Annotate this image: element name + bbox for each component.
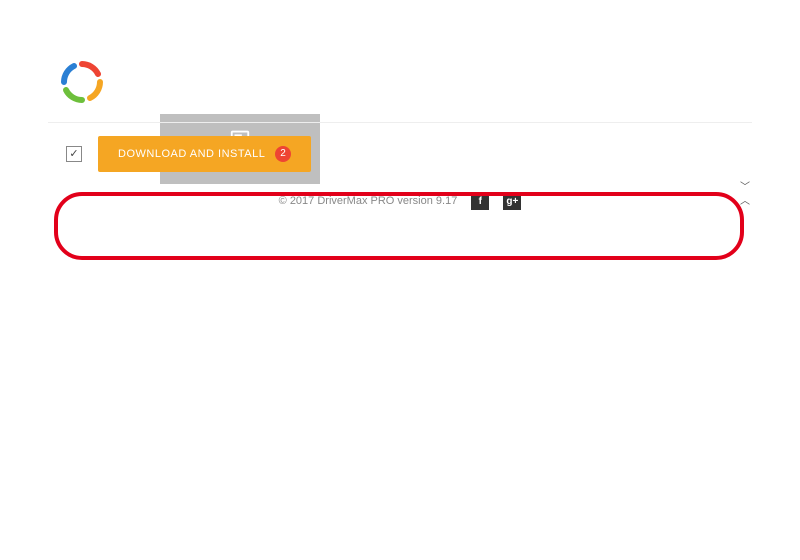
brand-text: DriverMax keeps your drivers up to date [116,63,258,101]
logo-icon [60,60,104,104]
select-all-checkbox[interactable]: ✓ [66,146,82,162]
titlebar: need help? ─ ✕ [0,0,800,54]
download-badge: 2 [275,146,291,162]
googleplus-icon[interactable]: g+ [503,192,521,210]
app-window: need help? ─ ✕ DriverMax keeps your driv… [0,0,800,560]
bottom-bar: ✓ DOWNLOAD AND INSTALL 2 [48,122,752,184]
download-install-button[interactable]: DOWNLOAD AND INSTALL 2 [98,136,311,172]
facebook-icon[interactable]: f [471,192,489,210]
footer: © 2017 DriverMax PRO version 9.17 f g+ [0,184,800,218]
active-tab-arrow [232,184,248,192]
help-link[interactable]: need help? [0,4,54,16]
scroll-up-arrow[interactable]: ︿ [738,192,752,206]
app-logo [60,60,104,104]
app-tagline: keeps your drivers up to date [116,89,258,101]
brand-area: DriverMax keeps your drivers up to date [0,54,800,114]
close-button[interactable]: ✕ [0,36,18,54]
download-label: DOWNLOAD AND INSTALL [118,148,265,160]
copyright-text: © 2017 DriverMax PRO version 9.17 [279,195,458,207]
minimize-button[interactable]: ─ [0,18,18,36]
app-name: DriverMax [116,63,258,89]
